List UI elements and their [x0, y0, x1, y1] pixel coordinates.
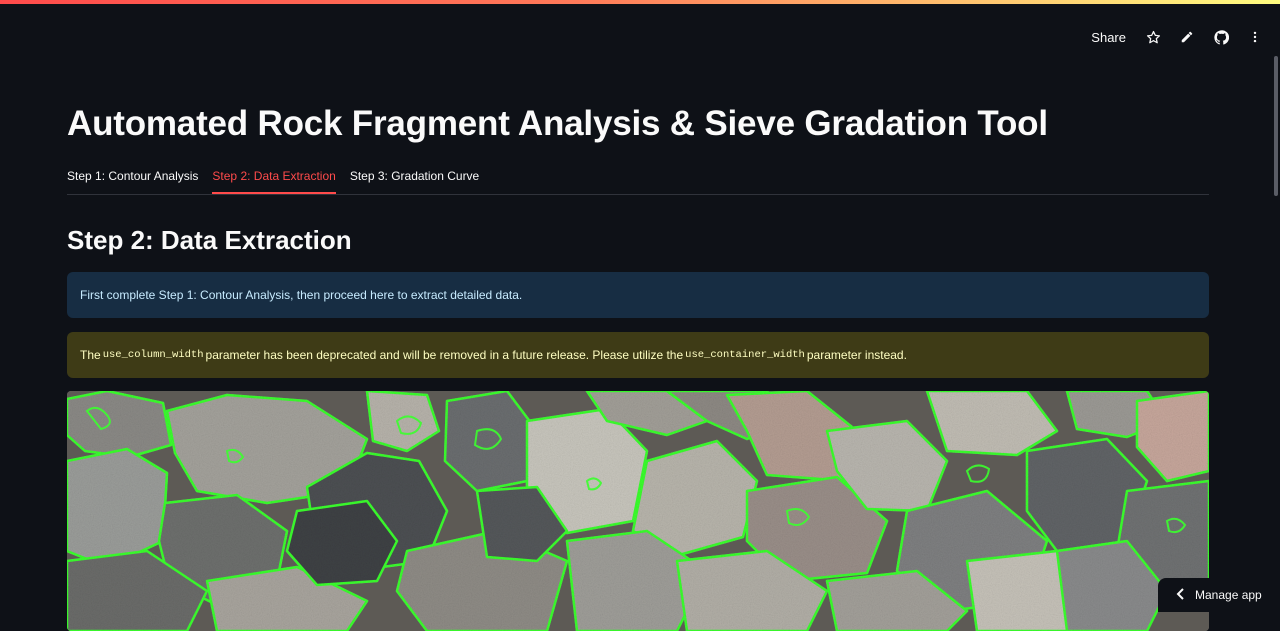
page-scrollbar[interactable] [1274, 56, 1278, 196]
tab-contour-analysis[interactable]: Step 1: Contour Analysis [67, 162, 198, 192]
warning-text-part2: parameter has been deprecated and will b… [205, 348, 684, 362]
app-toolbar: Share [1091, 26, 1264, 48]
manage-app-button[interactable]: Manage app [1158, 578, 1280, 612]
share-button[interactable]: Share [1091, 30, 1128, 45]
manage-app-label: Manage app [1195, 588, 1262, 602]
pencil-icon[interactable] [1178, 28, 1196, 46]
section-title: Step 2: Data Extraction [67, 225, 352, 255]
chevron-left-icon [1176, 587, 1185, 603]
deprecation-warning: The use_column_width parameter has been … [67, 332, 1209, 378]
warning-code-use-column-width: use_column_width [102, 349, 204, 361]
contour-result-image [67, 391, 1209, 631]
github-icon[interactable] [1212, 28, 1230, 46]
warning-text-part3: parameter instead. [806, 348, 907, 362]
tab-data-extraction[interactable]: Step 2: Data Extraction [212, 162, 337, 194]
app-title: Automated Rock Fragment Analysis & Sieve… [67, 104, 1048, 143]
warning-code-use-container-width: use_container_width [685, 349, 805, 361]
step-tabs: Step 1: Contour Analysis Step 2: Data Ex… [67, 162, 1209, 195]
tab-gradation-curve[interactable]: Step 3: Gradation Curve [350, 162, 479, 192]
info-message: First complete Step 1: Contour Analysis,… [80, 288, 523, 302]
scrollbar-thumb[interactable] [1274, 56, 1278, 196]
top-decoration-bar [0, 0, 1280, 4]
warning-text-part1: The [80, 348, 101, 362]
star-icon[interactable] [1144, 28, 1162, 46]
info-alert: First complete Step 1: Contour Analysis,… [67, 272, 1209, 318]
more-vertical-icon[interactable] [1246, 28, 1264, 46]
